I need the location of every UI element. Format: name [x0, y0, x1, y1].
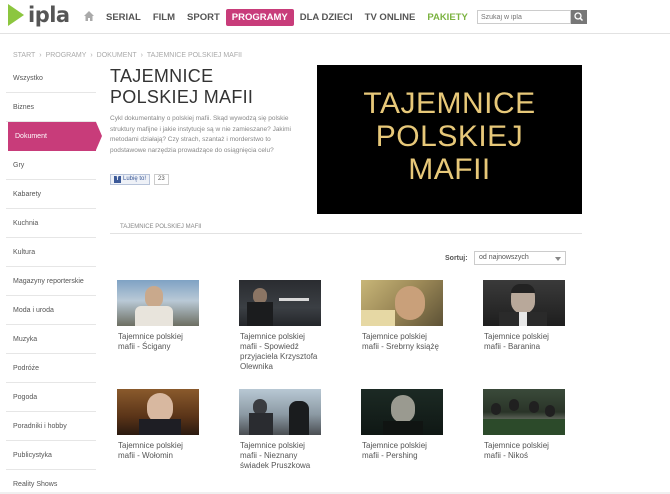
search-box — [477, 10, 587, 24]
video-title[interactable]: Tajemnice polskiej mafii - Nieznany świa… — [239, 441, 321, 471]
sidebar-item-wszystko[interactable]: Wszystko — [6, 64, 96, 93]
ipla-logo[interactable]: ipla — [8, 3, 70, 28]
category-sidebar: Wszystko Biznes Dokument Gry Kabarety Ku… — [6, 64, 102, 494]
video-tile[interactable]: Tajemnice polskiej mafii - Spowiedź przy… — [239, 280, 321, 372]
program-title: TAJEMNICE POLSKIEJ MAFII — [110, 66, 253, 108]
nav-film[interactable]: FILM — [147, 9, 181, 26]
search-icon — [574, 12, 584, 22]
video-thumbnail[interactable] — [239, 280, 321, 326]
nav-dla-dzieci[interactable]: DLA DZIECI — [294, 9, 359, 26]
sidebar-item-moda-i-uroda[interactable]: Moda i uroda — [6, 296, 96, 325]
sidebar-item-biznes[interactable]: Biznes — [6, 93, 96, 122]
nav-programy[interactable]: PROGRAMY — [225, 9, 294, 26]
video-thumbnail[interactable] — [239, 389, 321, 435]
hero-title-line1: TAJEMNICE — [363, 87, 536, 120]
like-label: Lubię to! — [123, 176, 147, 182]
video-title[interactable]: Tajemnice polskiej mafii - Srebrny książ… — [361, 332, 443, 352]
sidebar-item-kabarety[interactable]: Kabarety — [6, 180, 96, 209]
play-logo-icon — [8, 4, 24, 26]
program-title-line1: TAJEMNICE — [110, 66, 214, 86]
main-nav: SERIAL FILM SPORT PROGRAMY DLA DZIECI TV… — [100, 9, 474, 26]
program-title-line2: POLSKIEJ MAFII — [110, 87, 254, 107]
video-thumbnail[interactable] — [117, 280, 199, 326]
sidebar-item-publicystyka[interactable]: Publicystyka — [6, 441, 96, 470]
sidebar-item-magazyny-reporterskie[interactable]: Magazyny reporterskie — [6, 267, 96, 296]
video-tile[interactable]: Tajemnice polskiej mafii - Pershing — [361, 389, 443, 461]
breadcrumb: START › PROGRAMY › DOKUMENT › TAJEMNICE … — [13, 52, 244, 59]
site-header: ipla SERIAL FILM SPORT PROGRAMY DLA DZIE… — [0, 0, 670, 34]
breadcrumb-separator: › — [39, 52, 42, 59]
nav-tv-online[interactable]: TV ONLINE — [359, 9, 422, 26]
facebook-icon: f — [114, 176, 121, 183]
video-title[interactable]: Tajemnice polskiej mafii - Pershing — [361, 441, 443, 461]
video-title[interactable]: Tajemnice polskiej mafii - Spowiedź przy… — [239, 332, 321, 372]
section-label: TAJEMNICE POLSKIEJ MAFII — [120, 224, 202, 230]
video-thumbnail[interactable] — [361, 389, 443, 435]
sidebar-item-gry[interactable]: Gry — [6, 151, 96, 180]
sidebar-item-pogoda[interactable]: Pogoda — [6, 383, 96, 412]
breadcrumb-separator: › — [90, 52, 93, 59]
search-input[interactable] — [477, 10, 571, 24]
like-count: 23 — [154, 174, 169, 185]
hero-title-line2: POLSKIEJ — [375, 120, 524, 153]
logo-text: ipla — [28, 3, 70, 27]
program-description: Cykl dokumentalny o polskiej mafii. Skąd… — [110, 115, 291, 154]
video-title[interactable]: Tajemnice polskiej mafii - Wołomin — [117, 441, 199, 461]
video-thumbnail[interactable] — [117, 389, 199, 435]
sidebar-item-kultura[interactable]: Kultura — [6, 238, 96, 267]
chevron-down-icon — [555, 257, 561, 261]
breadcrumb-separator: › — [140, 52, 144, 59]
sort-select[interactable]: od najnowszych — [474, 251, 566, 265]
nav-sport[interactable]: SPORT — [181, 9, 226, 26]
breadcrumb-programy[interactable]: PROGRAMY — [46, 52, 87, 59]
video-title[interactable]: Tajemnice polskiej mafii - Nikoś — [483, 441, 565, 461]
nav-serial[interactable]: SERIAL — [100, 9, 147, 26]
program-hero-image[interactable]: TAJEMNICE POLSKIEJ MAFII — [317, 65, 582, 214]
video-thumbnail[interactable] — [483, 389, 565, 435]
video-title[interactable]: Tajemnice polskiej mafii - Baranina — [483, 332, 565, 352]
sort-value: od najnowszych — [479, 254, 529, 261]
like-button[interactable]: f Lubię to! — [110, 174, 151, 185]
video-tile[interactable]: Tajemnice polskiej mafii - Nikoś — [483, 389, 565, 461]
breadcrumb-start[interactable]: START — [13, 52, 35, 59]
hero-title-line3: MAFII — [408, 153, 491, 186]
sidebar-item-reality-shows[interactable]: Reality Shows — [6, 470, 96, 494]
video-thumbnail[interactable] — [483, 280, 565, 326]
breadcrumb-dokument[interactable]: DOKUMENT — [97, 52, 137, 59]
section-divider — [110, 233, 582, 234]
home-icon[interactable] — [83, 10, 95, 22]
sidebar-item-muzyka[interactable]: Muzyka — [6, 325, 96, 354]
breadcrumb-current: TAJEMNICE POLSKIEJ MAFII — [146, 52, 243, 59]
sidebar-item-poradniki-i-hobby[interactable]: Poradniki i hobby — [6, 412, 96, 441]
hero-title: TAJEMNICE POLSKIEJ MAFII — [317, 87, 582, 186]
video-tile[interactable]: Tajemnice polskiej mafii - Nieznany świa… — [239, 389, 321, 471]
video-title[interactable]: Tajemnice polskiej mafii - Ścigany — [117, 332, 199, 352]
sort-label: Sortuj: — [445, 255, 468, 262]
video-tile[interactable]: Tajemnice polskiej mafii - Ścigany — [117, 280, 199, 352]
video-tile[interactable]: Tajemnice polskiej mafii - Wołomin — [117, 389, 199, 461]
nav-pakiety[interactable]: PAKIETY — [421, 9, 473, 26]
video-thumbnail[interactable] — [361, 280, 443, 326]
facebook-like: f Lubię to! 23 — [110, 174, 169, 185]
sidebar-item-kuchnia[interactable]: Kuchnia — [6, 209, 96, 238]
video-tile[interactable]: Tajemnice polskiej mafii - Baranina — [483, 280, 565, 352]
sidebar-item-podroze[interactable]: Podróże — [6, 354, 96, 383]
sidebar-item-dokument[interactable]: Dokument — [8, 122, 102, 151]
video-tile[interactable]: Tajemnice polskiej mafii - Srebrny książ… — [361, 280, 443, 352]
search-button[interactable] — [571, 10, 587, 24]
